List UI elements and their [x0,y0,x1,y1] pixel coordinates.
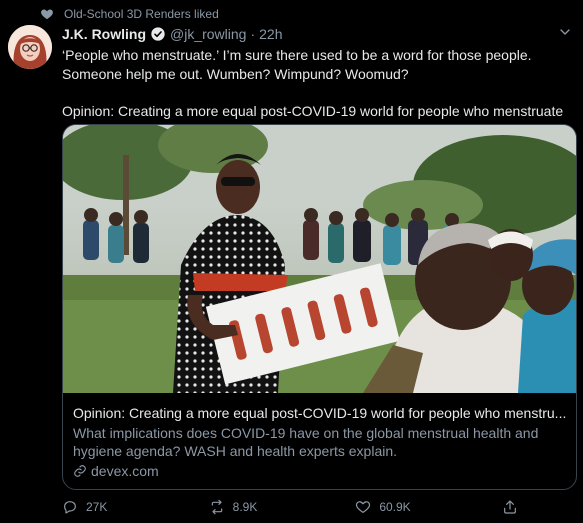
reply-icon [64,501,76,514]
retweet-button[interactable]: 8.9K [209,499,279,515]
card-domain: devex.com [73,462,568,480]
tweet-text: ‘People who menstruate.’ I’m sure there … [62,47,564,119]
card-image [63,125,576,393]
reply-count: 27K [86,500,108,514]
avatar-image [8,25,52,69]
heart-outline-icon [356,501,371,513]
like-button[interactable]: 60.9K [355,499,425,515]
tweet-header: J.K. Rowling @jk_rowling · 22h [62,24,573,44]
social-context-text: Old-School 3D Renders liked [64,7,219,21]
chevron-down-icon[interactable] [557,24,573,40]
social-context[interactable]: Old-School 3D Renders liked [40,6,219,22]
avatar[interactable] [8,25,52,69]
card-description: What implications does COVID-19 have on … [73,425,539,459]
like-count: 60.9K [379,500,411,514]
card-domain-text: devex.com [91,463,159,479]
verified-badge-icon [150,26,166,42]
retweet-count: 8.9K [232,500,258,514]
author-handle[interactable]: @jk_rowling [170,26,246,42]
separator-dot: · [250,26,256,42]
timestamp[interactable]: 22h [259,26,282,42]
heart-icon [41,9,53,20]
link-card[interactable]: Opinion: Creating a more equal post-COVI… [62,124,577,490]
card-title: Opinion: Creating a more equal post-COVI… [73,405,567,421]
author-name[interactable]: J.K. Rowling [62,26,146,42]
share-button[interactable] [502,499,522,515]
share-icon [504,500,516,514]
reply-button[interactable]: 27K [62,499,132,515]
retweet-icon [211,499,222,515]
link-icon [74,465,86,477]
action-bar: 27K 8.9K 60.9K [62,496,522,518]
card-body: Opinion: Creating a more equal post-COVI… [73,404,568,480]
